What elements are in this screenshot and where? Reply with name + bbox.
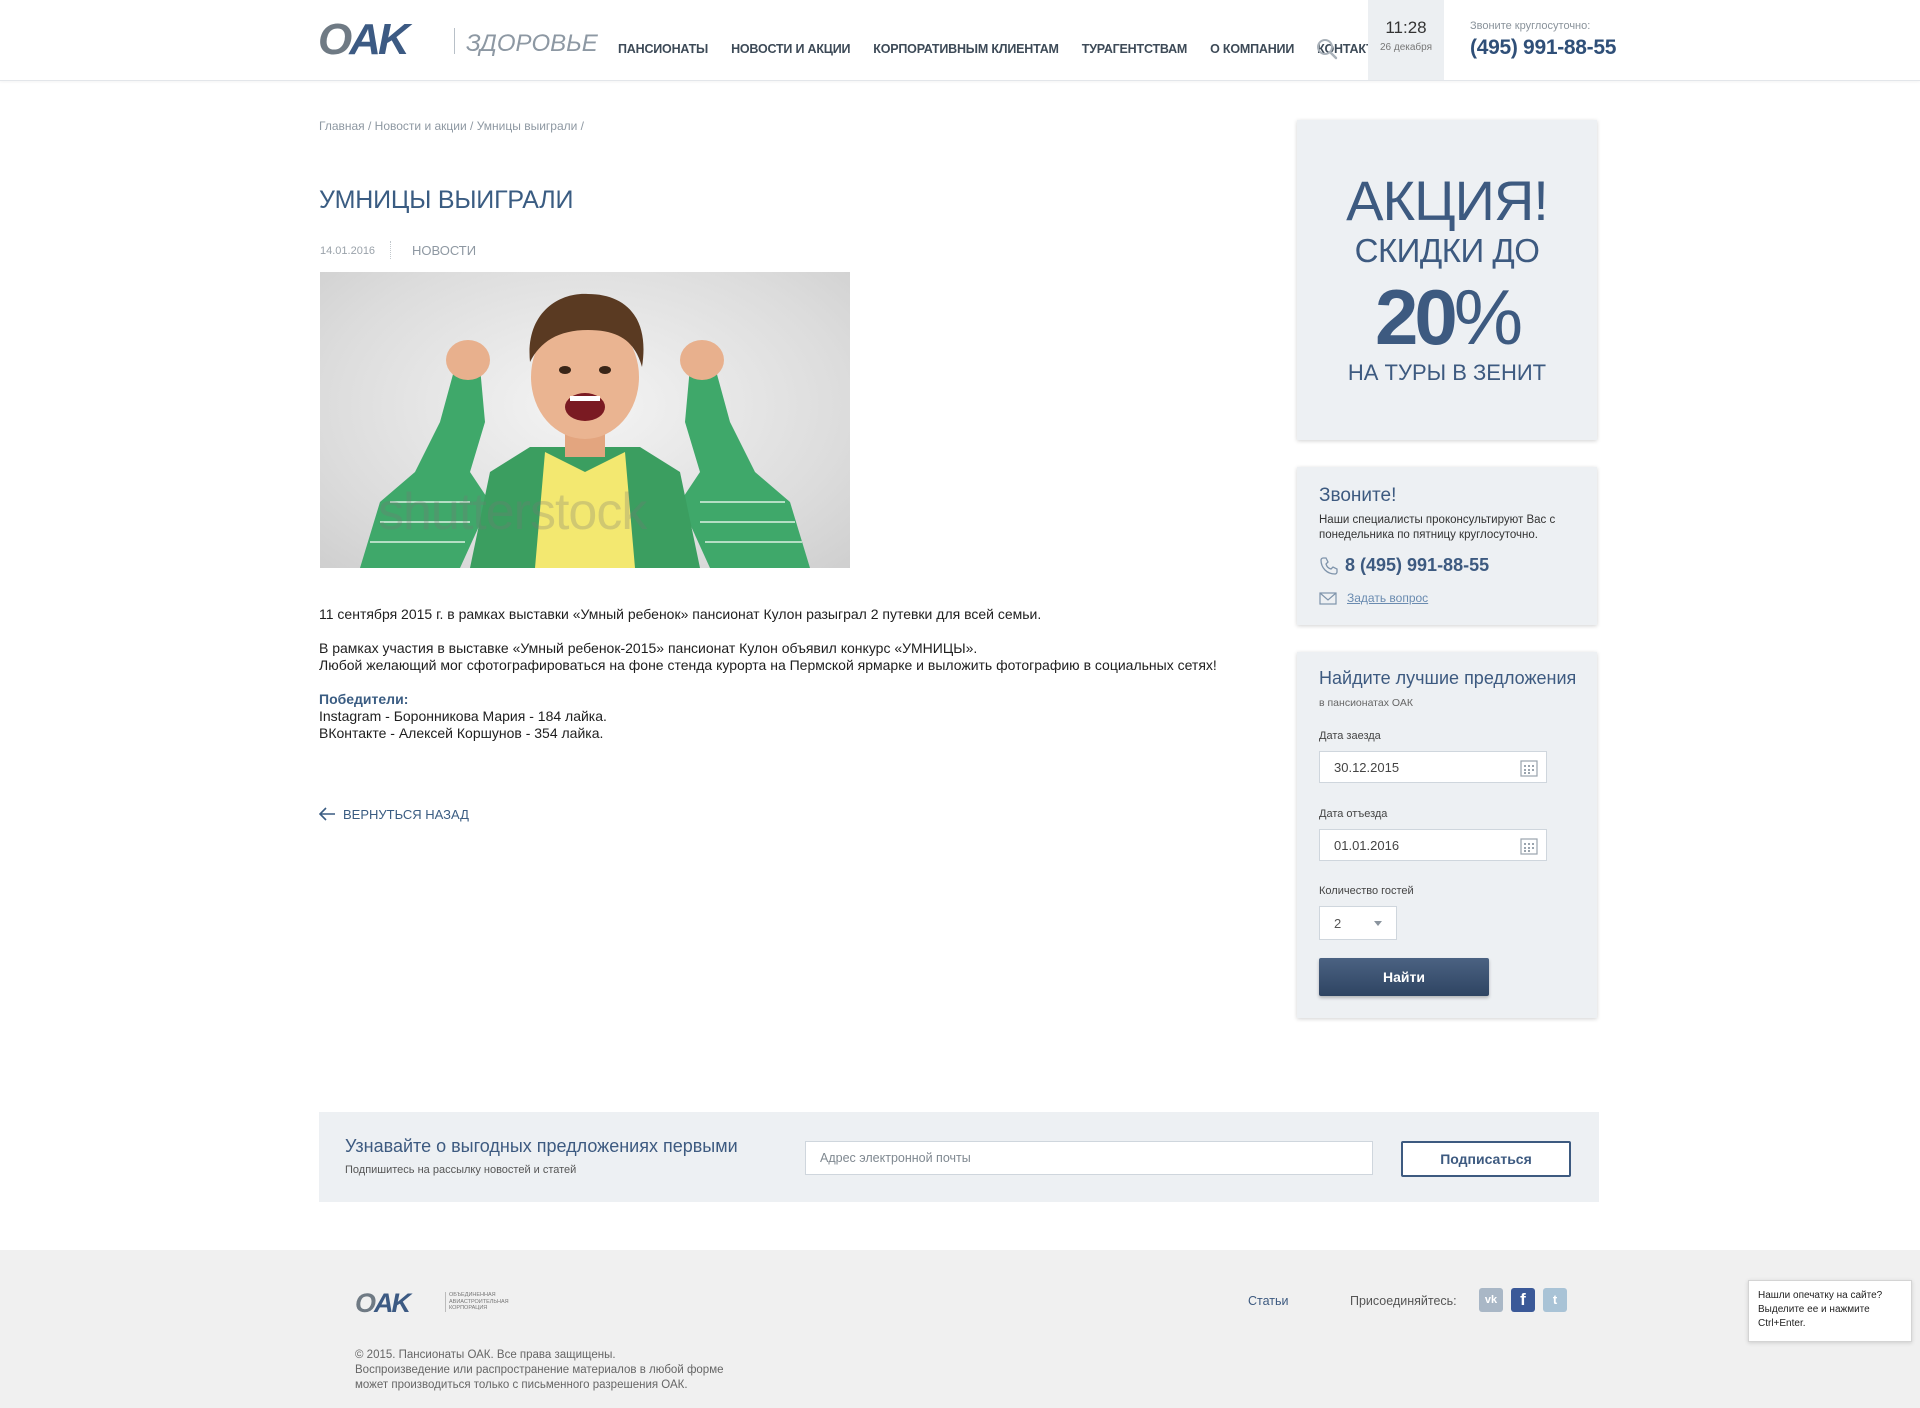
logo-divider — [454, 28, 455, 54]
meta-divider — [390, 241, 392, 259]
promo-discount-value: 20% — [1297, 272, 1597, 363]
contact-phone[interactable]: 8 (495) 991-88-55 — [1345, 555, 1489, 576]
logo-brand: OAK — [318, 15, 410, 64]
promo-destination: НА ТУРЫ В ЗЕНИТ — [1347, 360, 1547, 385]
facebook-icon[interactable]: f — [1511, 1288, 1535, 1312]
contact-ask-row: Задать вопрос — [1319, 591, 1428, 605]
contact-phone-row: 8 (495) 991-88-55 — [1319, 555, 1489, 576]
typo-hint: Нашли опечатку на сайте? Выделите ее и н… — [1748, 1280, 1912, 1342]
nav-item-news[interactable]: НОВОСТИ И АКЦИИ — [731, 42, 850, 60]
article-category: НОВОСТИ — [412, 243, 477, 258]
copyright-line-3: может производиться только с письменного… — [355, 1379, 688, 1391]
back-link[interactable]: ВЕРНУТЬСЯ НАЗАД — [319, 806, 469, 822]
main-nav: ПАНСИОНАТЫ НОВОСТИ И АКЦИИ КОРПОРАТИВНЫМ… — [618, 42, 1409, 60]
find-button[interactable]: Найти — [1319, 958, 1489, 996]
contact-text: Наши специалисты проконсультируют Вас с … — [1319, 514, 1556, 541]
clock-time: 11:28 — [1385, 18, 1427, 37]
article-paragraph-1: 11 сентября 2015 г. в рамках выставки «У… — [319, 606, 1042, 622]
twitter-icon[interactable]: t — [1543, 1288, 1567, 1312]
footer-copyright: © 2015. Пансионаты ОАК. Все права защище… — [355, 1348, 805, 1393]
typo-hint-line-1: Нашли опечатку на сайте? — [1758, 1290, 1883, 1301]
site-logo[interactable]: OAK ЗДОРОВЬЕ — [318, 15, 598, 64]
winners-block: Победители: Instagram - Боронникова Мари… — [319, 691, 1249, 742]
article-paragraph-2: В рамках участия в выставке «Умный ребен… — [319, 640, 1249, 674]
checkin-field[interactable] — [1319, 751, 1547, 783]
booking-form: Найдите лучшие предложения в пансионатах… — [1297, 652, 1597, 1018]
footer-join-label: Присоединяйтесь: — [1350, 1294, 1457, 1308]
checkin-label: Дата заезда — [1319, 730, 1381, 742]
article-image: shutterstock — [320, 272, 850, 568]
guests-label: Количество гостей — [1319, 885, 1414, 897]
clock-date: 26 декабря — [1379, 42, 1433, 53]
guests-select[interactable]: 2 — [1319, 906, 1397, 940]
typo-hint-line-3: Ctrl+Enter. — [1758, 1318, 1806, 1329]
article-body: 11 сентября 2015 г. в рамках выставки «У… — [319, 606, 1249, 759]
image-watermark: shutterstock — [378, 483, 647, 541]
phone-caption: Звоните круглосуточно: — [1470, 20, 1591, 32]
nav-item-about[interactable]: О КОМПАНИИ — [1210, 42, 1294, 60]
article-paragraph-2-line-2: Любой желающий мог сфотографироваться на… — [319, 657, 1217, 673]
ask-question-link[interactable]: Задать вопрос — [1347, 591, 1428, 605]
contact-card: Звоните! Наши специалисты проконсультиру… — [1297, 467, 1597, 625]
article-date: 14.01.2016 — [320, 245, 376, 257]
booking-title: Найдите лучшие предложения — [1319, 668, 1577, 688]
site-header: OAK ЗДОРОВЬЕ ПАНСИОНАТЫ НОВОСТИ И АКЦИИ … — [0, 0, 1920, 81]
winners-label: Победители — [319, 691, 404, 707]
promo-discount-pct: % — [1453, 273, 1523, 361]
copyright-line-1: © 2015. Пансионаты ОАК. Все права защище… — [355, 1349, 616, 1361]
winner-2: ВКонтакте - Алексей Коршунов - 354 лайка… — [319, 725, 604, 741]
calendar-icon[interactable] — [1520, 837, 1538, 855]
booking-subtitle: в пансионатах ОАК — [1319, 697, 1413, 709]
arrow-left-icon — [319, 807, 335, 821]
logo-subtitle: ЗДОРОВЬЕ — [466, 30, 598, 57]
subscribe-title: Узнавайте о выгодных предложениях первым… — [345, 1136, 738, 1156]
guests-value: 2 — [1334, 916, 1342, 931]
email-input[interactable] — [806, 1142, 1360, 1174]
copyright-line-2: Воспроизведение или распространение мате… — [355, 1364, 724, 1376]
nav-item-pansionaty[interactable]: ПАНСИОНАТЫ — [618, 42, 708, 60]
nav-item-agencies[interactable]: ТУРАГЕНТСТВАМ — [1082, 42, 1188, 60]
promo-discount-number: 20 — [1374, 273, 1458, 361]
footer-logo[interactable]: OAK ОБЪЕДИНЕННАЯ АВИАСТРОИТЕЛЬНАЯ КОРПОР… — [355, 1288, 515, 1318]
subscribe-band: Узнавайте о выгодных предложениях первым… — [319, 1112, 1599, 1202]
winners-colon: : — [403, 691, 409, 707]
article-paragraph-2-line-1: В рамках участия в выставке «Умный ребен… — [319, 640, 978, 656]
subscribe-button[interactable]: Подписаться — [1401, 1141, 1571, 1177]
vk-icon[interactable]: vk — [1479, 1288, 1503, 1312]
footer-articles-link[interactable]: Статьи — [1248, 1294, 1289, 1308]
breadcrumb[interactable]: Главная / Новости и акции / Умницы выигр… — [319, 119, 584, 133]
phone-icon — [1320, 556, 1338, 575]
social-links: vk f t — [1479, 1288, 1567, 1312]
email-field[interactable] — [805, 1141, 1373, 1175]
typo-hint-line-2: Выделите ее и нажмите — [1758, 1304, 1870, 1315]
promo-banner[interactable]: АКЦИЯ! СКИДКИ ДО 20% НА ТУРЫ В ЗЕНИТ — [1297, 120, 1597, 440]
checkout-label: Дата отъезда — [1319, 808, 1388, 820]
footer-logo-subtitle: ОБЪЕДИНЕННАЯ АВИАСТРОИТЕЛЬНАЯ КОРПОРАЦИЯ — [445, 1292, 519, 1312]
site-footer: OAK ОБЪЕДИНЕННАЯ АВИАСТРОИТЕЛЬНАЯ КОРПОР… — [0, 1250, 1920, 1408]
promo-discount-text: СКИДКИ ДО — [1354, 232, 1540, 269]
winner-1: Instagram - Боронникова Мария - 184 лайк… — [319, 708, 607, 724]
search-icon[interactable] — [1316, 38, 1338, 60]
nav-item-corporate[interactable]: КОРПОРАТИВНЫМ КЛИЕНТАМ — [873, 42, 1059, 60]
calendar-icon[interactable] — [1520, 759, 1538, 777]
footer-logo-brand: OAK — [355, 1288, 411, 1318]
promo-headline: АКЦИЯ! — [1346, 169, 1549, 232]
envelope-icon — [1319, 591, 1337, 605]
header-phone[interactable]: (495) 991-88-55 — [1470, 36, 1616, 60]
subscribe-text: Подпишитесь на рассылку новостей и стате… — [345, 1164, 577, 1176]
chevron-down-icon — [1374, 921, 1382, 926]
checkout-input[interactable] — [1320, 830, 1504, 860]
back-link-label: ВЕРНУТЬСЯ НАЗАД — [343, 806, 469, 822]
checkin-input[interactable] — [1320, 752, 1504, 782]
checkout-field[interactable] — [1319, 829, 1547, 861]
contact-title: Звоните! — [1319, 485, 1397, 506]
page-title: УМНИЦЫ ВЫИГРАЛИ — [319, 186, 574, 214]
clock-widget: 11:28 26 декабря — [1368, 0, 1444, 80]
